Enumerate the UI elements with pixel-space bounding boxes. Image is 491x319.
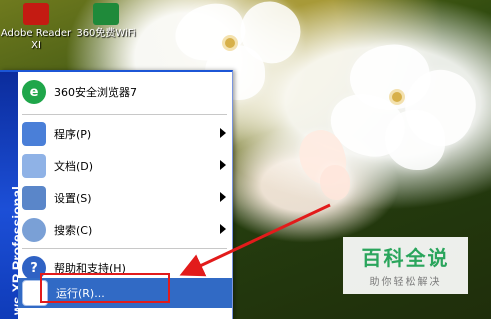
desktop-background: Adobe Reader XI 360免费WiFi ws XP Professi…	[0, 0, 491, 319]
watermark-subtitle: 助你轻松解决	[369, 277, 442, 288]
watermark-badge: 百科全说 助你轻松解决	[343, 237, 468, 294]
arrow-line	[179, 203, 331, 277]
watermark-title: 百科全说	[361, 246, 450, 270]
